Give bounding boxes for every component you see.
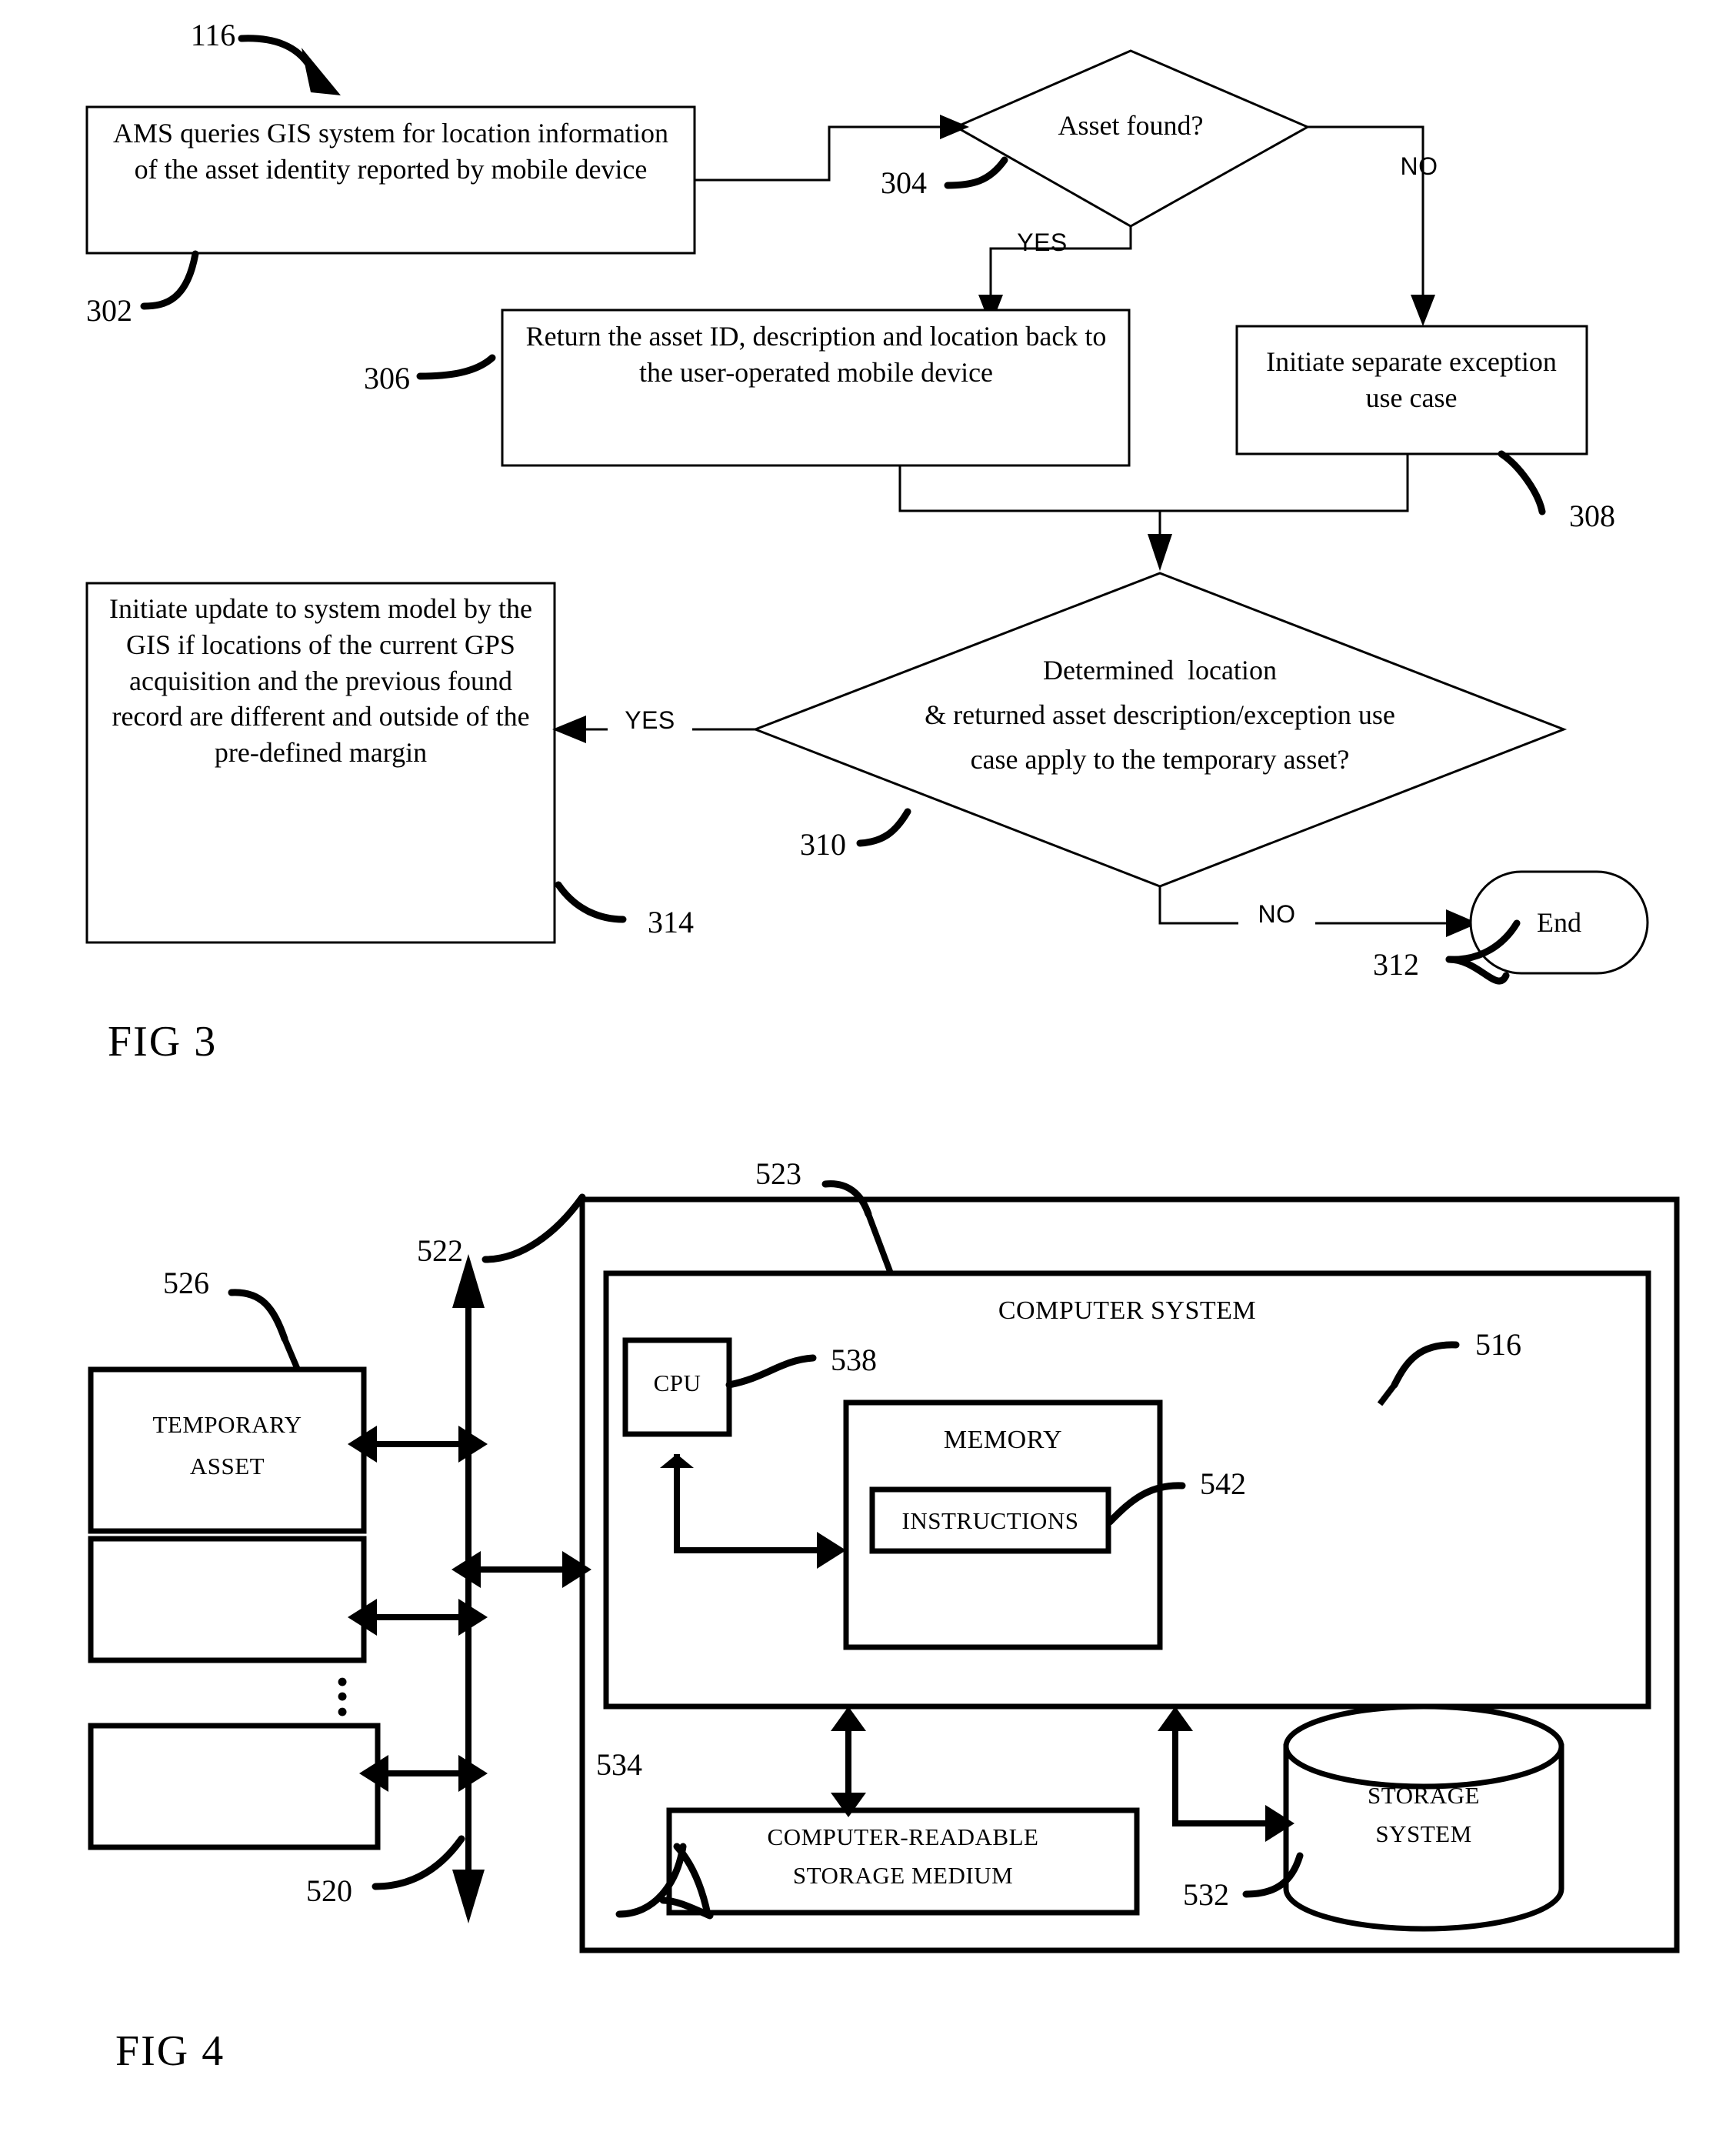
fig3-label: FIG 3 <box>108 1018 218 1066</box>
peripheral-box-2 <box>88 1536 367 1663</box>
instructions-title: INSTRUCTIONS <box>901 1507 1079 1534</box>
ref-308-leader <box>1498 450 1546 515</box>
bus-arrow-temporary-asset <box>348 1426 488 1463</box>
box-314-text: Initiate update to system model by the G… <box>109 593 539 769</box>
box-306-text: Return the asset ID, description and loc… <box>525 321 1114 388</box>
box-308-text: Initiate separate exception use case <box>1266 346 1564 413</box>
bus-arrow-peripheral-2 <box>348 1599 488 1636</box>
label-304-yes: YES <box>1017 229 1068 256</box>
ref-308: 308 <box>1569 499 1615 533</box>
edge-306-to-310 <box>898 465 1161 534</box>
ref-306-leader <box>416 354 496 380</box>
storage-system-line1: STORAGE <box>1368 1782 1480 1809</box>
ref-304: 304 <box>881 165 927 200</box>
ref-534: 534 <box>596 1747 642 1782</box>
diamond-310-line2: & returned asset description/exception u… <box>925 699 1395 730</box>
ref-520-leader <box>372 1835 465 1890</box>
label-304-no: NO <box>1400 152 1438 180</box>
memory-title: MEMORY <box>943 1426 1063 1454</box>
terminator-312-text: End <box>1537 907 1581 938</box>
temporary-asset-line2: ASSET <box>189 1453 265 1479</box>
edge-308-to-310 <box>1160 454 1409 512</box>
flow-ref-116-leader <box>238 35 341 95</box>
box-302-text: AMS queries GIS system for location info… <box>113 118 675 185</box>
peripheral-box-3 <box>88 1723 381 1850</box>
ref-526: 526 <box>163 1266 209 1300</box>
computer-system-title: COMPUTER SYSTEM <box>998 1296 1257 1325</box>
temporary-asset-box-526 <box>88 1366 367 1534</box>
ref-522-leader <box>481 1193 586 1263</box>
label-310-yes: YES <box>608 705 692 737</box>
ref-302-leader <box>140 250 199 310</box>
ref-302: 302 <box>86 293 132 328</box>
ref-526-leader <box>228 1289 288 1343</box>
ref-520: 520 <box>306 1873 352 1908</box>
ref-116: 116 <box>190 18 236 52</box>
label-310-no: NO <box>1238 899 1315 931</box>
ref-314: 314 <box>648 905 694 939</box>
crsm-line2: STORAGE MEDIUM <box>792 1862 1014 1889</box>
ref-306: 306 <box>364 361 410 395</box>
diamond-310-line1: Determined location <box>1043 655 1277 686</box>
fig4-label: FIG 4 <box>115 2027 225 2075</box>
ref-542: 542 <box>1200 1466 1246 1501</box>
diamond-304-text: Asset found? <box>1058 110 1204 141</box>
bus-arrow-to-enclosure <box>451 1551 591 1588</box>
ref-516: 516 <box>1475 1327 1521 1362</box>
ref-314-leader <box>555 881 627 923</box>
crsm-line1: COMPUTER-READABLE <box>767 1823 1039 1850</box>
ref-538: 538 <box>831 1343 877 1377</box>
ref-532: 532 <box>1183 1877 1229 1912</box>
temporary-asset-line1: TEMPORARY <box>152 1411 302 1438</box>
cpu-title: CPU <box>653 1369 701 1396</box>
ref-310-leader <box>856 808 911 847</box>
storage-system-line2: SYSTEM <box>1375 1820 1472 1847</box>
ref-522: 522 <box>417 1233 463 1268</box>
ref-312: 312 <box>1373 947 1419 982</box>
diamond-310-line3: case apply to the temporary asset? <box>970 744 1350 775</box>
ref-304-leader <box>944 156 1008 189</box>
ref-523: 523 <box>755 1156 801 1191</box>
vertical-ellipsis: • • • <box>335 1662 349 1731</box>
patent-drawing-page: 116 AMS queries GIS system for location … <box>0 0 1736 2135</box>
ref-310: 310 <box>800 827 846 862</box>
storage-system-cylinder-532 <box>1283 1703 1564 1932</box>
